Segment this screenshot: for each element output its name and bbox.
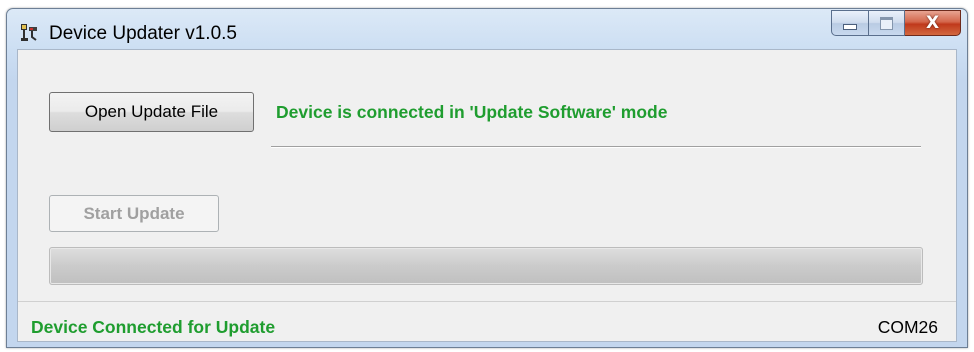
title-bar[interactable]: Device Updater v1.0.5 X: [7, 9, 967, 49]
close-icon: X: [925, 12, 940, 33]
maximize-button[interactable]: [869, 10, 905, 36]
open-update-file-button[interactable]: Open Update File: [49, 92, 254, 132]
device-updater-window: Device Updater v1.0.5 X Open Update File…: [6, 8, 968, 348]
statusbar-status-text: Device Connected for Update: [31, 317, 276, 337]
close-button[interactable]: X: [905, 10, 961, 36]
minimize-button[interactable]: [831, 10, 869, 36]
start-update-button[interactable]: Start Update: [49, 195, 219, 232]
connection-status-message: Device is connected in 'Update Software'…: [276, 102, 668, 122]
caption-buttons: X: [831, 10, 961, 36]
maximize-icon: [880, 16, 893, 30]
statusbar-port: COM26: [877, 317, 938, 337]
statusbar-divider: [18, 301, 956, 302]
minimize-icon: [843, 24, 857, 30]
client-area: Open Update File Device is connected in …: [17, 49, 957, 342]
update-progress-bar: [49, 247, 923, 285]
separator-line: [271, 146, 921, 148]
window-title: Device Updater v1.0.5: [49, 23, 237, 44]
device-updater-app-icon: [21, 24, 37, 41]
